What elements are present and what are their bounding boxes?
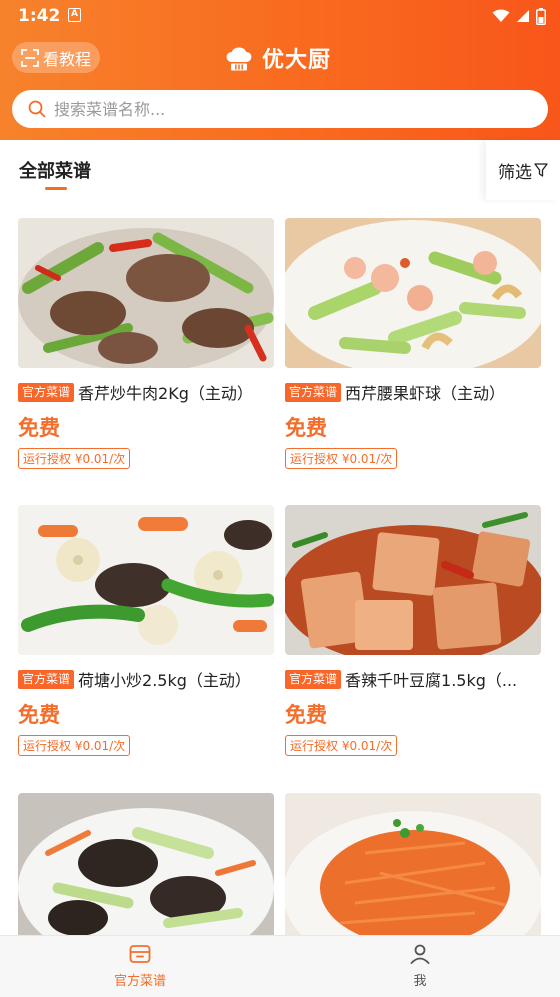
active-tab-indicator — [45, 187, 67, 190]
recipe-price: 免费 — [18, 703, 60, 727]
recipe-image — [285, 218, 541, 368]
recipe-card[interactable] — [18, 793, 274, 943]
filter-icon — [534, 163, 548, 177]
recipe-title: 荷塘小炒2.5kg（主动） — [78, 671, 251, 690]
official-badge: 官方菜谱 — [285, 669, 342, 689]
scan-icon — [21, 48, 39, 67]
nav-official-recipes[interactable]: 官方菜谱 — [80, 942, 200, 994]
battery-icon — [536, 7, 546, 25]
status-bar: 1:42 A — [0, 0, 560, 34]
recipe-card[interactable]: 官方菜谱 荷塘小炒2.5kg（主动） 免费 运行授权 ¥0.01/次 — [18, 505, 274, 756]
notification-a-icon: A — [68, 8, 81, 22]
recipe-card[interactable]: 官方菜谱 香芹炒牛肉2Kg（主动） 免费 运行授权 ¥0.01/次 — [18, 218, 274, 469]
recipe-title: 西芹腰果虾球（主动） — [345, 384, 506, 403]
search-icon — [28, 100, 46, 118]
recipe-title-row: 官方菜谱 西芹腰果虾球（主动） — [285, 381, 541, 403]
nav-recipes-label: 官方菜谱 — [113, 974, 166, 989]
recipe-title: 香辣千叶豆腐1.5kg（... — [345, 671, 518, 690]
run-auth-badge: 运行授权 ¥0.01/次 — [18, 735, 131, 756]
recipe-image — [18, 793, 274, 943]
run-auth-badge: 运行授权 ¥0.01/次 — [18, 448, 131, 469]
recipe-title-row: 官方菜谱 荷塘小炒2.5kg（主动） — [18, 668, 274, 690]
official-badge: 官方菜谱 — [18, 669, 75, 689]
recipe-card[interactable]: 官方菜谱 香辣千叶豆腐1.5kg（... 免费 运行授权 ¥0.01/次 — [285, 505, 541, 756]
recipe-image — [285, 505, 541, 655]
recipe-price: 免费 — [285, 416, 327, 440]
recipe-image — [285, 793, 541, 943]
filter-button[interactable]: 筛选 — [486, 140, 560, 200]
run-auth-badge: 运行授权 ¥0.01/次 — [285, 735, 398, 756]
official-badge: 官方菜谱 — [285, 382, 342, 402]
recipe-title-row: 官方菜谱 香芹炒牛肉2Kg（主动） — [18, 381, 274, 403]
status-time: 1:42 — [18, 6, 61, 26]
brand: 优大厨 — [224, 42, 331, 74]
search-input[interactable] — [54, 99, 494, 119]
status-icons — [492, 7, 546, 25]
recipe-box-icon — [129, 945, 151, 963]
official-badge: 官方菜谱 — [18, 382, 75, 402]
wifi-icon — [492, 9, 510, 22]
recipe-title: 香芹炒牛肉2Kg（主动） — [78, 384, 253, 403]
tutorial-label: 看教程 — [42, 49, 91, 69]
recipe-card[interactable]: 官方菜谱 西芹腰果虾球（主动） 免费 运行授权 ¥0.01/次 — [285, 218, 541, 469]
recipe-price: 免费 — [285, 703, 327, 727]
recipe-price: 免费 — [18, 416, 60, 440]
category-tabs: 全部菜谱 — [0, 140, 560, 200]
nav-me[interactable]: 我 — [360, 942, 480, 994]
tutorial-button[interactable]: 看教程 — [12, 42, 100, 73]
run-auth-badge: 运行授权 ¥0.01/次 — [285, 448, 398, 469]
user-icon — [410, 944, 430, 964]
filter-label: 筛选 — [498, 162, 532, 183]
app-name: 优大厨 — [262, 48, 332, 73]
recipe-title-row: 官方菜谱 香辣千叶豆腐1.5kg（... — [285, 668, 541, 690]
recipe-card[interactable] — [285, 793, 541, 943]
recipe-image — [18, 505, 274, 655]
chef-hat-icon — [226, 47, 252, 71]
signal-icon — [517, 10, 529, 22]
recipe-image — [18, 218, 274, 368]
bottom-nav: 官方菜谱 我 — [0, 935, 560, 997]
app-header: 1:42 A 看教程 优大厨 — [0, 0, 560, 140]
nav-me-label: 我 — [413, 974, 427, 989]
tab-all-recipes[interactable]: 全部菜谱 — [19, 157, 91, 183]
search-bar[interactable] — [12, 90, 548, 128]
